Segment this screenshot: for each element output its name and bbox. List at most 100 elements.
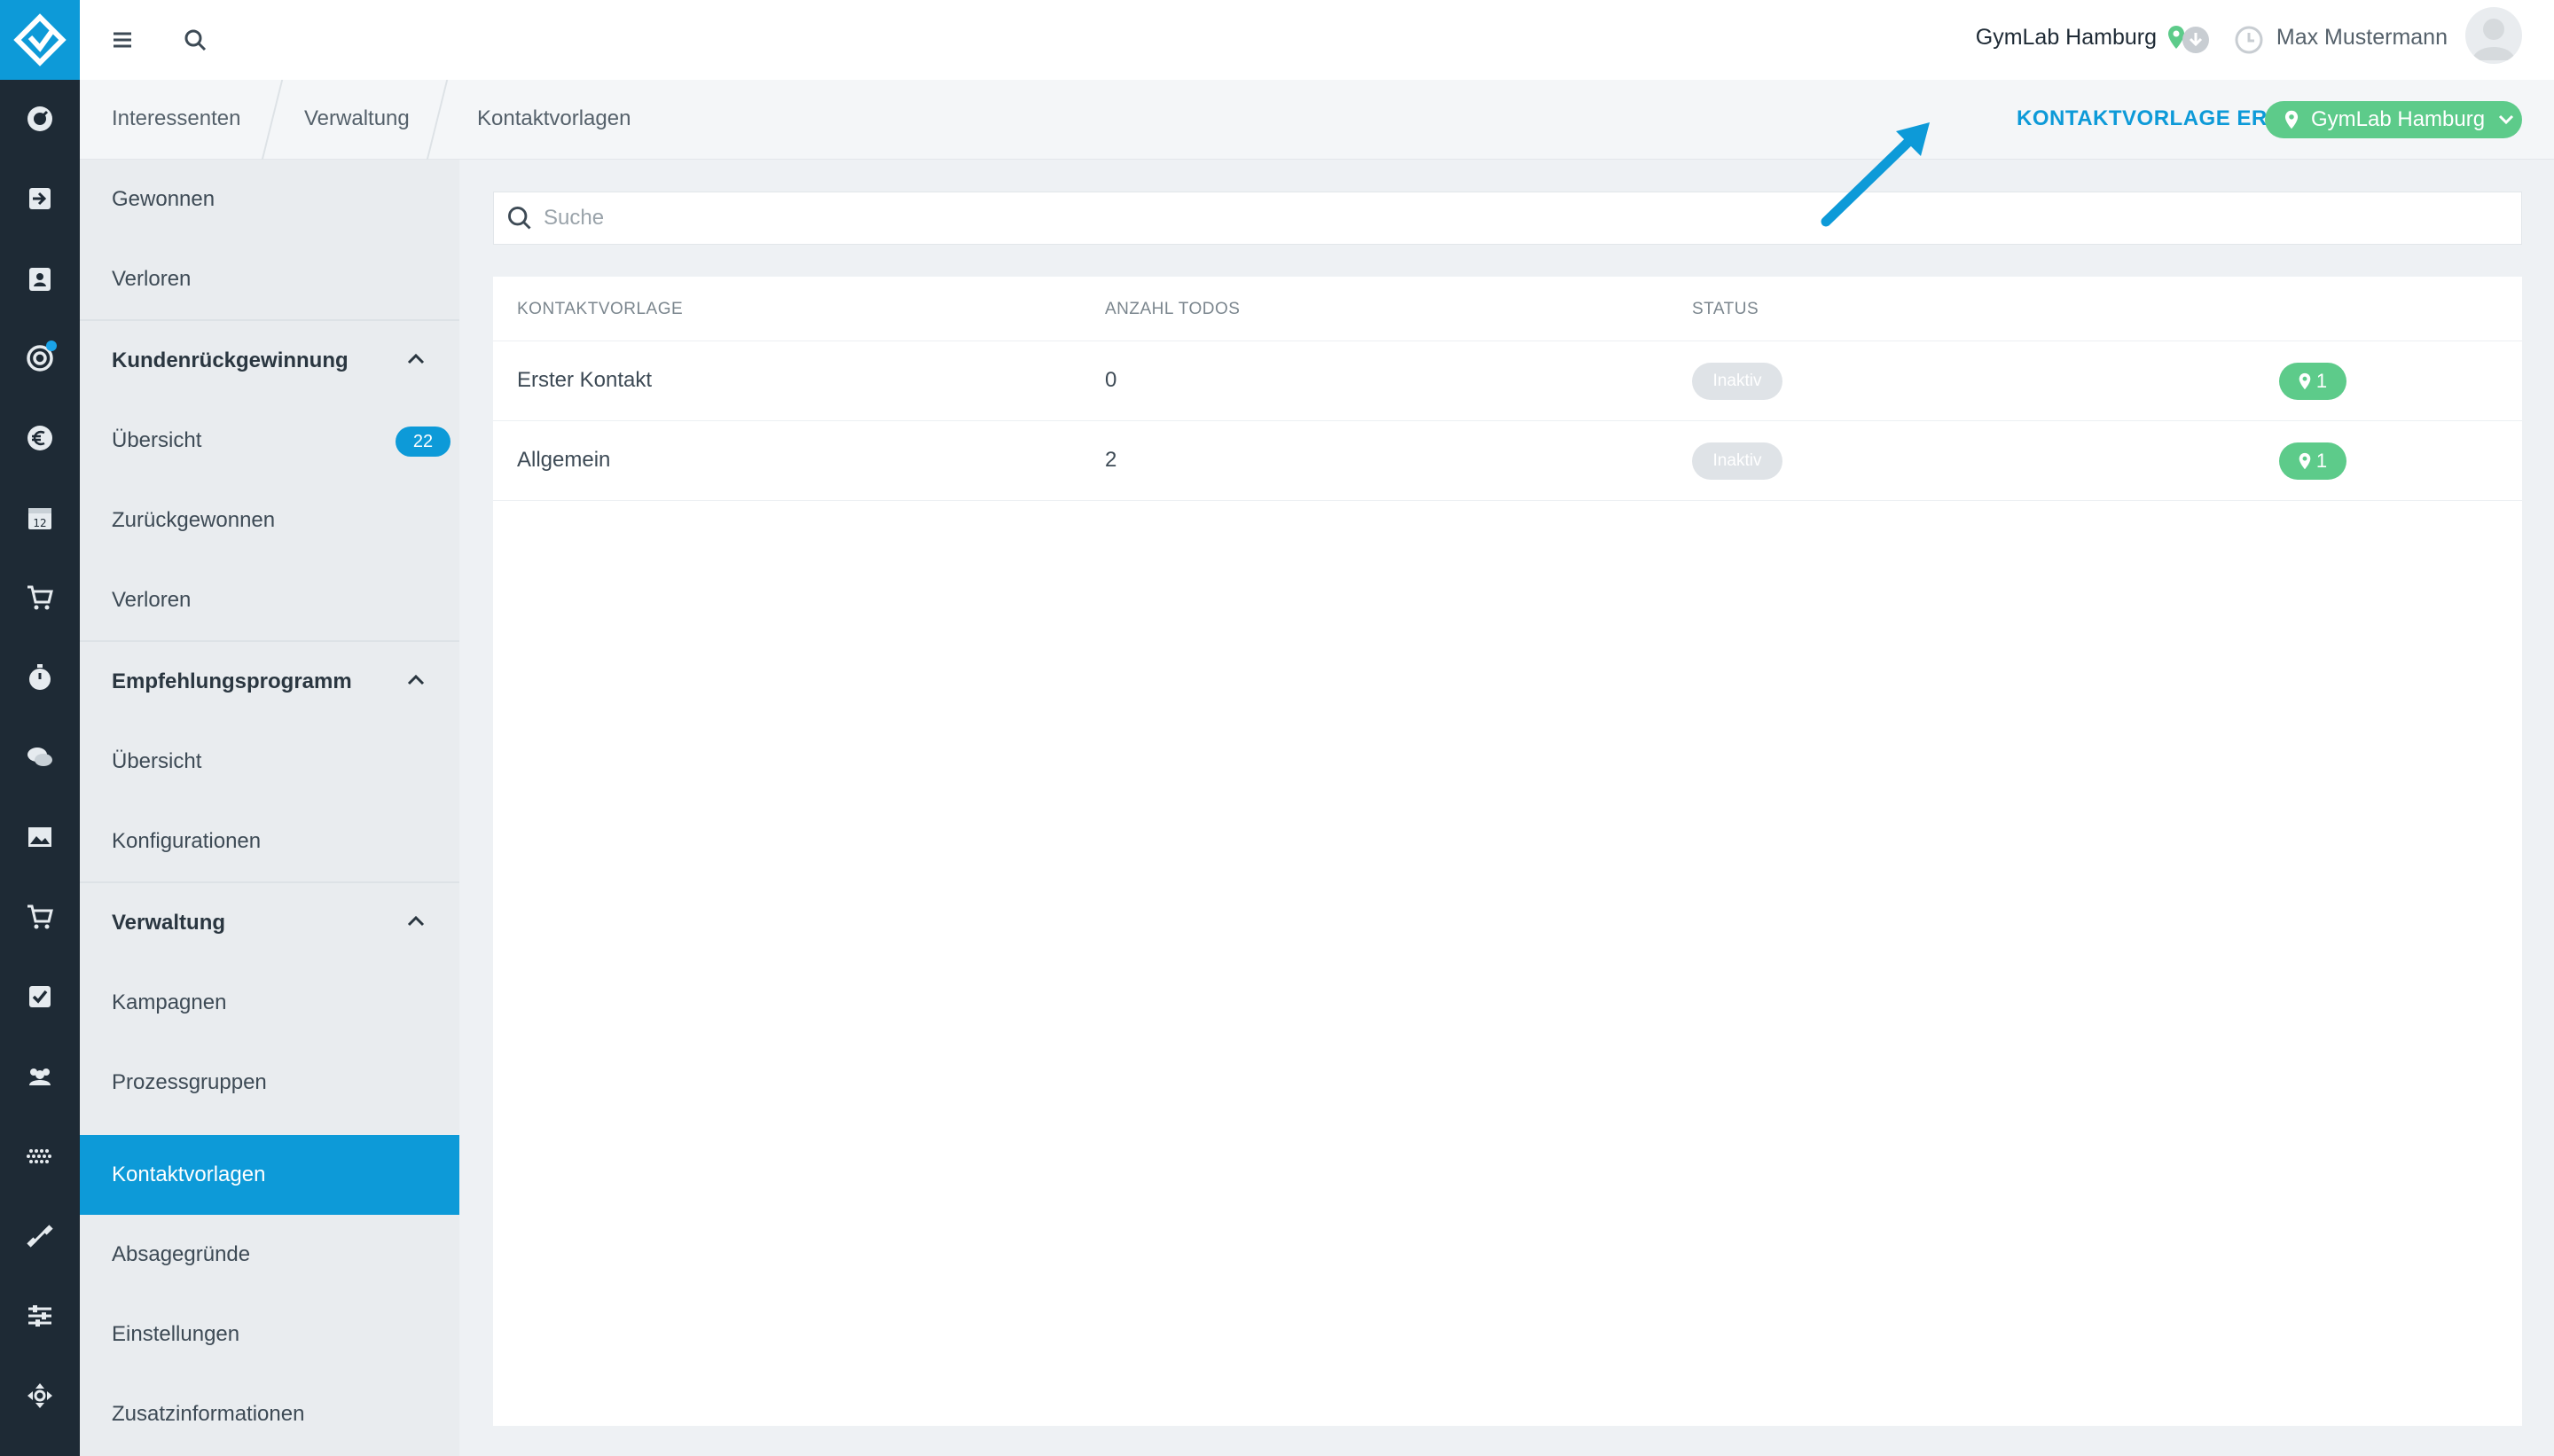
sidebar-item-absagegruende[interactable]: Absagegründe [80,1215,459,1295]
current-studio[interactable]: GymLab Hamburg [1976,25,2157,51]
breadcrumb-verwaltung[interactable]: Verwaltung [304,106,410,131]
search-input[interactable]: Suche [493,192,2522,245]
breadcrumb-kontaktvorlagen: Kontaktvorlagen [477,106,631,130]
sliders-icon[interactable] [0,1289,80,1342]
shop-icon[interactable] [0,890,80,943]
dashboard-icon[interactable] [0,92,80,145]
sidebar-group-label: Kundenrückgewinnung [112,348,349,372]
location-pin-icon [2299,452,2311,470]
table-row[interactable]: Erster Kontakt 0 Inaktiv 1 [493,341,2522,420]
user-avatar-icon [2472,19,2515,60]
sidebar-group-verwaltung[interactable]: Verwaltung [80,883,459,963]
notification-dot [46,341,57,351]
dumbbell-icon[interactable] [0,1209,80,1263]
chevron-down-icon [2499,114,2514,125]
sidebar-item-label: Zusatzinformationen [112,1402,305,1426]
target-icon[interactable] [0,332,80,385]
sidebar-item-konfigurationen[interactable]: Konfigurationen [80,802,459,881]
sidebar-item-kampagnen[interactable]: Kampagnen [80,963,459,1043]
studio-select-button[interactable]: GymLab Hamburg [2265,101,2522,138]
clock-icon[interactable] [2233,24,2265,56]
euro-icon[interactable] [0,411,80,465]
sidebar-item-label: Übersicht [112,749,202,773]
column-header-todos[interactable]: ANZAHL TODOS [1105,300,1240,319]
chevron-up-icon [407,674,425,685]
sidebar-item-label: Kampagnen [112,990,227,1014]
app-logo[interactable] [0,0,80,80]
column-header-name[interactable]: KONTAKTVORLAGE [517,300,683,319]
sidebar-item-label: Verloren [112,588,192,612]
sidebar-item-label: Einstellungen [112,1322,240,1346]
sidebar-item-zusatzinformationen[interactable]: Zusatzinformationen [80,1374,459,1454]
image-icon[interactable] [0,810,80,864]
sidebar-item-verloren[interactable]: Verloren [80,239,459,319]
chat-icon[interactable] [0,731,80,784]
chevron-up-icon [407,915,425,927]
sidebar-item-uebersicht[interactable]: Übersicht 22 [80,401,459,481]
studio-select-label: GymLab Hamburg [2311,107,2486,131]
download-icon[interactable] [2180,24,2212,56]
divider [493,500,2522,502]
location-count: 1 [2315,450,2328,472]
chevron-up-icon [407,353,425,364]
todo-count: 0 [1105,368,1117,392]
cart-icon[interactable] [0,571,80,624]
sidebar-item-label: Absagegründe [112,1242,251,1266]
members-icon[interactable] [0,1050,80,1103]
sidebar-item-label: Gewonnen [112,187,215,211]
breadcrumb-bar: Interessenten Verwaltung Kontaktvorlagen… [80,80,2554,160]
location-pin-icon [2299,372,2311,390]
stopwatch-icon[interactable] [0,651,80,704]
top-bar: GymLab Hamburg Max Mustermann [80,0,2554,80]
icon-rail: 12 [0,0,80,1456]
sidebar-item-label: Konfigurationen [112,829,262,853]
tasks-icon[interactable] [0,970,80,1023]
logo-icon [13,13,67,67]
table-row[interactable]: Allgemein 2 Inaktiv 1 [493,420,2522,500]
sidebar-item-einstellungen[interactable]: Einstellungen [80,1295,459,1374]
template-name[interactable]: Allgemein [517,448,610,473]
templates-table: KONTAKTVORLAGE ANZAHL TODOS STATUS Erste… [493,277,2522,1426]
sidebar-item-label: Zurückgewonnen [112,508,276,532]
sidebar-item-prozessgruppen[interactable]: Prozessgruppen [80,1043,459,1123]
sidebar-item-uebersicht[interactable]: Übersicht [80,722,459,802]
menu-icon[interactable] [106,24,138,56]
sidebar-item-zurueckgewonnen[interactable]: Zurückgewonnen [80,481,459,560]
contacts-icon[interactable] [0,252,80,305]
sidebar-item-kontaktvorlagen[interactable]: Kontaktvorlagen [80,1135,459,1215]
grid-dots-icon[interactable] [0,1130,80,1183]
breadcrumb-separator [426,80,449,160]
template-name[interactable]: Erster Kontakt [517,368,652,393]
sidebar-item-gewonnen[interactable]: Gewonnen [80,160,459,239]
sidebar-item-label: Verloren [112,267,192,291]
sidebar-group-label: Empfehlungsprogramm [112,669,352,693]
user-name[interactable]: Max Mustermann [2276,25,2448,51]
todo-count: 2 [1105,448,1117,472]
sidebar-item-verloren[interactable]: Verloren [80,560,459,640]
search-icon[interactable] [179,24,211,56]
sidebar-group-empfehlungsprogramm[interactable]: Empfehlungsprogramm [80,642,459,722]
breadcrumb-separator [261,80,284,160]
sidebar-item-label: Übersicht [112,428,202,452]
secondary-sidebar: Gewonnen Verloren Kundenrückgewinnung Üb… [80,160,459,1456]
sidebar-item-label: Prozessgruppen [112,1070,267,1094]
sidebar-group-label: Verwaltung [112,911,226,935]
breadcrumb-interessenten[interactable]: Interessenten [112,106,240,131]
search-icon [508,207,531,230]
location-count: 1 [2315,370,2328,392]
column-header-status[interactable]: STATUS [1692,300,1759,319]
sidebar-group-kundenrueckgewinnung[interactable]: Kundenrückgewinnung [80,321,459,401]
location-badge[interactable]: 1 [2279,363,2346,400]
count-badge: 22 [396,427,450,457]
move-icon[interactable] [0,1369,80,1422]
status-badge: Inaktiv [1692,363,1782,400]
checkin-icon[interactable] [0,172,80,225]
annotation-arrow-icon [1821,122,1930,227]
avatar[interactable] [2465,7,2522,64]
status-badge: Inaktiv [1692,442,1782,480]
location-pin-icon [2284,110,2299,129]
calendar-icon[interactable]: 12 [0,491,80,544]
svg-text:12: 12 [33,517,46,529]
search-placeholder: Suche [544,206,605,230]
location-badge[interactable]: 1 [2279,442,2346,480]
